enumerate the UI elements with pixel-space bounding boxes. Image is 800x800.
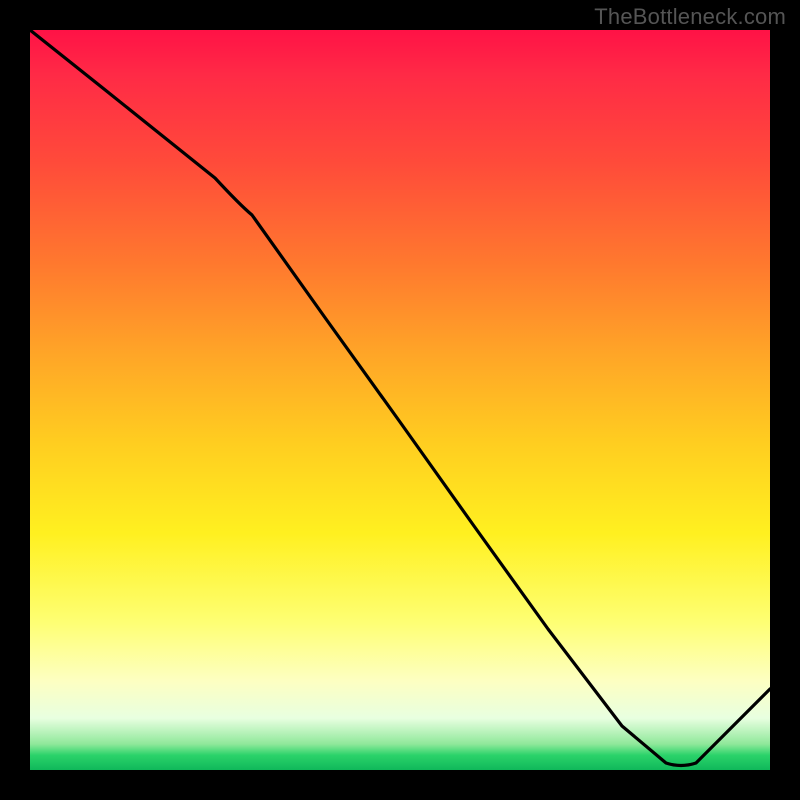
plot-area [30,30,770,770]
watermark-text: TheBottleneck.com [594,4,786,30]
chart-frame: TheBottleneck.com [0,0,800,800]
bottleneck-curve [30,30,770,770]
